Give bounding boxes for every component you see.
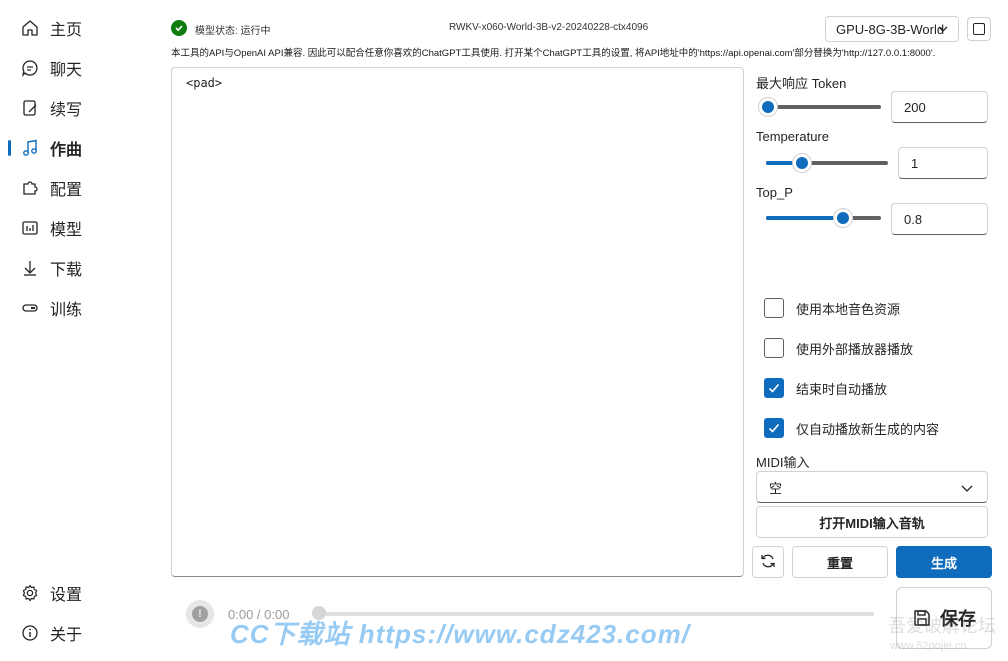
sidebar-item-label: 聊天 bbox=[50, 62, 83, 79]
sidebar: 主页 聊天 续写 作曲 配置 模型 下载 训练 设置 关于 bbox=[0, 0, 160, 661]
checkbox[interactable] bbox=[764, 298, 784, 318]
sidebar-item-settings[interactable]: 设置 bbox=[8, 577, 148, 609]
open-midi-track-button[interactable]: 打开MIDI输入音轨 bbox=[756, 506, 988, 538]
chat-icon bbox=[20, 58, 40, 78]
slider-thumb[interactable] bbox=[758, 97, 778, 117]
watermark-corner-url: www.52pojie.cn bbox=[890, 640, 967, 652]
sidebar-item-label: 设置 bbox=[50, 587, 83, 604]
gear-icon bbox=[20, 583, 40, 603]
train-icon bbox=[20, 298, 40, 318]
prompt-text: <pad> bbox=[186, 76, 223, 90]
max-tokens-label: 最大响应 Token bbox=[756, 76, 847, 91]
checkbox[interactable] bbox=[764, 338, 784, 358]
top-p-slider[interactable] bbox=[766, 208, 881, 228]
sidebar-item-home[interactable]: 主页 bbox=[8, 12, 148, 44]
sidebar-item-models[interactable]: 模型 bbox=[8, 212, 148, 244]
sidebar-item-download[interactable]: 下载 bbox=[8, 252, 148, 284]
sidebar-item-config[interactable]: 配置 bbox=[8, 172, 148, 204]
square-icon bbox=[973, 23, 985, 35]
slider-thumb[interactable] bbox=[792, 153, 813, 173]
refresh-button[interactable] bbox=[752, 546, 784, 578]
sidebar-item-continue[interactable]: 续写 bbox=[8, 92, 148, 124]
download-icon bbox=[20, 258, 40, 278]
info-icon bbox=[20, 623, 40, 643]
option-autoplay-new-only[interactable]: 仅自动播放新生成的内容 bbox=[764, 418, 939, 438]
refresh-icon bbox=[759, 552, 777, 573]
chevron-down-icon bbox=[936, 22, 950, 39]
gpu-config-value: GPU-8G-3B-World bbox=[836, 21, 945, 37]
option-label: 使用本地音色资源 bbox=[796, 301, 901, 317]
edit-icon bbox=[20, 98, 40, 118]
midi-input-select[interactable]: 空 bbox=[756, 471, 988, 503]
puzzle-icon bbox=[20, 178, 40, 198]
sidebar-item-chat[interactable]: 聊天 bbox=[8, 52, 148, 84]
music-note-icon bbox=[20, 138, 40, 158]
sidebar-item-label: 作曲 bbox=[50, 142, 83, 159]
sidebar-item-label: 主页 bbox=[50, 22, 83, 39]
checkbox[interactable] bbox=[764, 418, 784, 438]
slider-thumb[interactable] bbox=[832, 208, 853, 228]
open-midi-track-label: 打开MIDI输入音轨 bbox=[819, 515, 925, 531]
option-autoplay-end[interactable]: 结束时自动播放 bbox=[764, 378, 887, 398]
checkmark-icon bbox=[768, 383, 780, 393]
sidebar-item-about[interactable]: 关于 bbox=[8, 617, 148, 649]
top-p-value: 0.8 bbox=[904, 211, 923, 227]
sidebar-item-label: 下载 bbox=[50, 262, 83, 279]
model-status: 模型状态: 运行中 bbox=[195, 26, 271, 37]
sidebar-item-label: 关于 bbox=[50, 627, 83, 644]
checkbox[interactable] bbox=[764, 378, 784, 398]
max-tokens-input[interactable]: 200 bbox=[891, 91, 988, 123]
reset-button[interactable]: 重置 bbox=[792, 546, 888, 578]
sidebar-item-label: 训练 bbox=[50, 302, 83, 319]
option-external-player[interactable]: 使用外部播放器播放 bbox=[764, 338, 913, 358]
play-button[interactable]: ! bbox=[186, 600, 214, 628]
temperature-input[interactable]: 1 bbox=[898, 147, 988, 179]
top-p-input[interactable]: 0.8 bbox=[891, 203, 988, 235]
option-label: 使用外部播放器播放 bbox=[796, 341, 914, 357]
window-toggle-button[interactable] bbox=[967, 17, 991, 41]
sidebar-item-compose[interactable]: 作曲 bbox=[8, 132, 148, 164]
temperature-slider[interactable] bbox=[766, 153, 888, 173]
midi-input-label: MIDI输入 bbox=[756, 455, 810, 470]
reset-label: 重置 bbox=[826, 555, 853, 571]
api-note: 本工具的API与OpenAI API兼容. 因此可以配合任意你喜欢的ChatGP… bbox=[171, 48, 936, 59]
top-p-label: Top_P bbox=[756, 185, 793, 200]
status-ok-icon bbox=[171, 20, 187, 36]
option-local-soundfont[interactable]: 使用本地音色资源 bbox=[764, 298, 900, 318]
chevron-down-icon bbox=[959, 480, 975, 499]
sidebar-item-label: 续写 bbox=[50, 102, 83, 119]
max-tokens-value: 200 bbox=[904, 99, 926, 115]
model-icon bbox=[20, 218, 40, 238]
option-label: 仅自动播放新生成的内容 bbox=[796, 421, 940, 437]
sidebar-item-label: 配置 bbox=[50, 182, 83, 199]
slider-fill bbox=[766, 216, 843, 220]
home-icon bbox=[20, 18, 40, 38]
generate-label: 生成 bbox=[930, 555, 957, 571]
temperature-value: 1 bbox=[911, 155, 919, 171]
temperature-label: Temperature bbox=[756, 129, 829, 144]
prompt-textarea[interactable]: <pad> bbox=[171, 67, 744, 577]
gpu-config-select[interactable]: GPU-8G-3B-World bbox=[825, 16, 959, 42]
watermark-main: CC下载站 https://www.cdz423.com/ bbox=[230, 619, 690, 649]
sidebar-item-train[interactable]: 训练 bbox=[8, 292, 148, 324]
checkmark-icon bbox=[768, 423, 780, 433]
option-label: 结束时自动播放 bbox=[796, 381, 888, 397]
model-name: RWKV-x060-World-3B-v2-20240228-ctx4096 bbox=[449, 22, 649, 33]
alert-icon: ! bbox=[192, 606, 208, 622]
watermark-corner: 吾爱破解论坛 bbox=[888, 616, 996, 636]
generate-button[interactable]: 生成 bbox=[896, 546, 992, 578]
midi-input-value: 空 bbox=[769, 480, 783, 496]
sidebar-item-label: 模型 bbox=[50, 222, 83, 239]
max-tokens-slider[interactable] bbox=[758, 97, 881, 117]
